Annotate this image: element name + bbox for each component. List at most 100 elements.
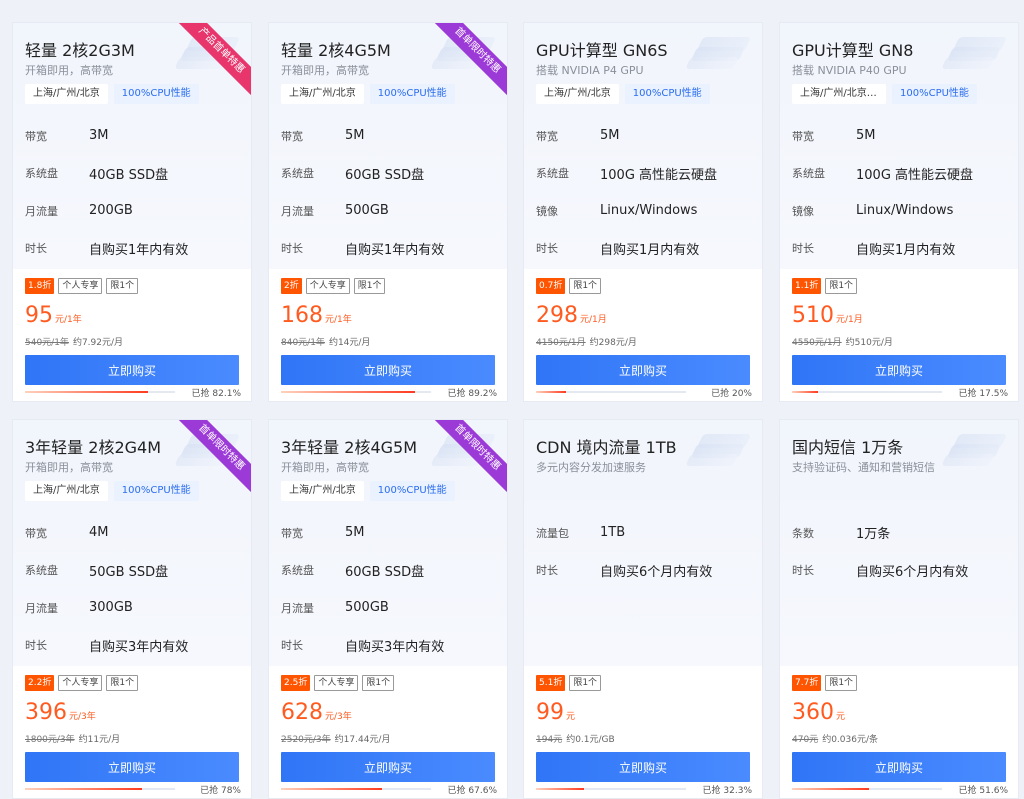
limit-label: 限1个 — [353, 278, 386, 294]
sold-percentage: 已抢 78% — [200, 783, 241, 796]
discount-badge: 2.2折 — [25, 675, 55, 691]
spec-row: 时长 自购买1月内有效 — [536, 230, 752, 268]
sold-value: 67.6% — [468, 786, 497, 796]
spec-row: 月流量 500GB — [281, 192, 497, 230]
original-price: 194元 约0.1元/GB — [536, 732, 615, 745]
original-price-value: 4550元/1月 — [792, 338, 842, 348]
original-price: 840元/1年 约14元/月 — [281, 335, 370, 348]
original-price: 1800元/3年 约11元/月 — [25, 732, 120, 745]
spec-key: 带宽 — [792, 129, 814, 143]
product-card[interactable]: 轻量 2核2G3M 开箱即用，高带宽 上海/广州/北京 100%CPU性能 带宽 3M 系统… — [12, 22, 252, 402]
buy-now-button[interactable]: 立即购买 — [792, 752, 1006, 782]
discount-badge: 1.1折 — [792, 278, 822, 294]
card-footer: 0.7折 限1个 298 元/1月 4150元/1月 约298元/月 立即购买 已抢 20% — [524, 269, 762, 401]
card-header: CDN 境内流量 1TB 多元内容分发加速服务 流量包 1TB 时长 自购买6个月内有效 — [524, 420, 762, 666]
spec-key: 系统盘 — [25, 564, 58, 578]
product-card[interactable]: GPU计算型 GN6S 搭载 NVIDIA P4 GPU 上海/广州/北京 100%C… — [523, 22, 763, 402]
product-card[interactable]: 轻量 2核4G5M 开箱即用，高带宽 上海/广州/北京 100%CPU性能 带宽 5M 系统… — [268, 22, 508, 402]
card-subtitle: 开箱即用，高带宽 — [281, 461, 369, 474]
sold-value: 32.3% — [723, 786, 752, 796]
spec-value: 自购买3年内有效 — [345, 639, 445, 655]
badge-group: 2.5折 个人专享 限1个 — [281, 675, 395, 691]
price-unit: 元/3年 — [325, 712, 352, 722]
sold-percentage: 已抢 51.6% — [959, 783, 1008, 796]
sold-progress-bar — [536, 788, 686, 790]
buy-now-button[interactable]: 立即购买 — [25, 752, 239, 782]
spec-key: 系统盘 — [25, 167, 58, 181]
spec-key: 月流量 — [25, 204, 58, 218]
price-unit: 元/1月 — [836, 315, 863, 325]
sold-progress-fill — [25, 788, 142, 790]
price-unit: 元/1年 — [55, 315, 82, 325]
spec-row: 时长 自购买6个月内有效 — [792, 552, 1008, 590]
spec-key: 时长 — [281, 242, 303, 256]
spec-key: 带宽 — [25, 129, 47, 143]
sold-progress-bar — [25, 788, 175, 790]
badge-group: 2折 个人专享 限1个 — [281, 278, 386, 294]
price-unit: 元/1月 — [580, 315, 607, 325]
spec-value: 5M — [345, 525, 365, 541]
region-tag: 上海/广州/北京 — [25, 84, 108, 104]
buy-now-button[interactable]: 立即购买 — [792, 355, 1006, 385]
card-title: 轻量 2核4G5M — [281, 41, 391, 60]
region-tag: 上海/广州/北京 — [281, 84, 364, 104]
tag-group: 上海/广州/北京 100%CPU性能 — [25, 84, 199, 104]
spec-value: 1万条 — [856, 527, 891, 543]
sold-percentage: 已抢 32.3% — [703, 783, 752, 796]
cpu-tag: 100%CPU性能 — [369, 84, 455, 104]
spec-value: 200GB — [89, 203, 133, 219]
spec-key: 系统盘 — [536, 167, 569, 181]
spec-row: 月流量 500GB — [281, 589, 497, 627]
spec-row: 条数 1万条 — [792, 514, 1008, 552]
spec-row: 镜像 Linux/Windows — [536, 192, 752, 230]
limit-label: 限1个 — [825, 675, 858, 691]
spec-value: Linux/Windows — [856, 203, 954, 219]
buy-now-button[interactable]: 立即购买 — [536, 752, 750, 782]
sold-progress-fill — [281, 391, 415, 393]
monthly-approx: 约7.92元/月 — [72, 338, 124, 348]
spec-row: 镜像 Linux/Windows — [792, 192, 1008, 230]
sold-prefix: 已抢 — [711, 389, 732, 399]
monthly-approx: 约0.036元/条 — [822, 735, 878, 745]
region-tag: 上海/广州/北京 — [536, 84, 619, 104]
buy-now-button[interactable]: 立即购买 — [25, 355, 239, 385]
badge-group: 0.7折 限1个 — [536, 278, 602, 294]
buy-now-button[interactable]: 立即购买 — [536, 355, 750, 385]
spec-value: 1TB — [600, 525, 626, 541]
buy-now-button[interactable]: 立即购买 — [281, 752, 495, 782]
card-footer: 5.1折 限1个 99 元 194元 约0.1元/GB 立即购买 已抢 32.3% — [524, 666, 762, 798]
spec-row: 带宽 5M — [792, 117, 1008, 155]
tag-group: 上海/广州/北京 100%CPU性能 — [536, 84, 710, 104]
monthly-approx: 约298元/月 — [589, 338, 637, 348]
spec-row: 月流量 300GB — [25, 589, 241, 627]
product-card[interactable]: GPU计算型 GN8 搭载 NVIDIA P40 GPU 上海/广州/北京/中国..… — [779, 22, 1019, 402]
spec-key: 系统盘 — [281, 167, 314, 181]
spec-key: 带宽 — [281, 526, 303, 540]
badge-group: 5.1折 限1个 — [536, 675, 602, 691]
spec-value: 100G 高性能云硬盘 — [856, 167, 974, 183]
limit-label: 限1个 — [569, 278, 602, 294]
price: 168 元/1年 — [281, 303, 352, 328]
spec-row: 带宽 5M — [281, 117, 497, 155]
limit-label: 限1个 — [362, 675, 395, 691]
sold-prefix: 已抢 — [447, 389, 469, 399]
product-card[interactable]: 3年轻量 2核2G4M 开箱即用，高带宽 上海/广州/北京 100%CPU性能 带宽 4M… — [12, 419, 252, 799]
price-unit: 元 — [836, 712, 846, 722]
sold-prefix: 已抢 — [958, 389, 980, 399]
spec-key: 时长 — [25, 242, 47, 256]
card-subtitle: 支持验证码、通知和营销短信 — [792, 461, 935, 474]
spec-row: 系统盘 60GB SSD盘 — [281, 552, 497, 590]
sold-percentage: 已抢 17.5% — [959, 386, 1008, 399]
original-price-value: 2520元/3年 — [281, 735, 331, 745]
product-card[interactable]: 3年轻量 2核4G5M 开箱即用，高带宽 上海/广州/北京 100%CPU性能 带宽 5M… — [268, 419, 508, 799]
original-price: 470元 约0.036元/条 — [792, 732, 878, 745]
sold-progress-fill — [281, 788, 383, 790]
product-card[interactable]: 国内短信 1万条 支持验证码、通知和营销短信 条数 1万条 时长 自购买6个月内有效 7.7… — [779, 419, 1019, 799]
sold-percentage: 已抢 82.1% — [192, 386, 241, 399]
spec-row: 系统盘 100G 高性能云硬盘 — [536, 155, 752, 193]
limit-label: 限1个 — [106, 675, 139, 691]
product-card[interactable]: CDN 境内流量 1TB 多元内容分发加速服务 流量包 1TB 时长 自购买6个月内有效 5… — [523, 419, 763, 799]
spec-row: 带宽 5M — [536, 117, 752, 155]
buy-now-button[interactable]: 立即购买 — [281, 355, 495, 385]
card-title: GPU计算型 GN8 — [792, 41, 914, 60]
